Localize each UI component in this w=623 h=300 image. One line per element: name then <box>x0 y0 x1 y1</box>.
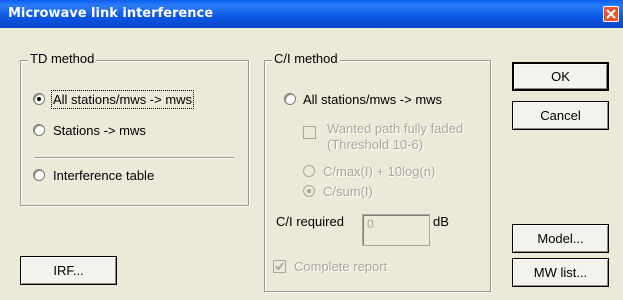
close-icon <box>606 9 616 19</box>
radio-selected-dot <box>37 97 41 101</box>
ci-required-unit: dB <box>433 214 449 229</box>
window-title: Microwave link interference <box>8 6 214 21</box>
title-bar: Microwave link interference <box>0 0 623 28</box>
ci-required-input[interactable]: 0 <box>362 214 430 246</box>
cancel-button[interactable]: Cancel <box>512 101 609 130</box>
ok-button[interactable]: OK <box>512 62 609 91</box>
mw-list-button[interactable]: MW list... <box>512 258 609 287</box>
td-all-stations-radio[interactable] <box>33 93 45 105</box>
checkmark-icon <box>275 262 284 271</box>
ci-method-legend: C/I method <box>272 51 340 66</box>
td-interference-table-label[interactable]: Interference table <box>53 168 154 183</box>
csum-label: C/sum(I) <box>323 184 373 199</box>
wanted-path-checkbox[interactable] <box>303 126 316 139</box>
radio-selected-dot <box>307 189 311 193</box>
complete-report-checkbox[interactable] <box>273 260 286 273</box>
model-button[interactable]: Model... <box>512 224 609 253</box>
td-method-legend: TD method <box>28 51 97 66</box>
csum-radio[interactable] <box>303 185 315 197</box>
complete-report-label: Complete report <box>294 259 388 274</box>
wanted-path-label-line1: Wanted path fully faded <box>327 121 464 136</box>
td-interference-table-radio[interactable] <box>33 169 45 181</box>
irf-button[interactable]: IRF... <box>20 256 117 285</box>
td-divider <box>34 157 234 159</box>
cmax-radio[interactable] <box>303 165 315 177</box>
ci-all-stations-label[interactable]: All stations/mws -> mws <box>303 92 442 107</box>
close-button[interactable] <box>603 6 619 22</box>
td-stations-label[interactable]: Stations -> mws <box>53 123 146 138</box>
cmax-label: C/max(I) + 10log(n) <box>323 164 436 179</box>
ci-required-label: C/I required <box>276 214 344 229</box>
wanted-path-label-line2: (Threshold 10-6) <box>327 137 424 152</box>
td-all-stations-label[interactable]: All stations/mws -> mws <box>50 90 195 109</box>
ci-all-stations-radio[interactable] <box>284 93 296 105</box>
td-stations-radio[interactable] <box>33 124 45 136</box>
